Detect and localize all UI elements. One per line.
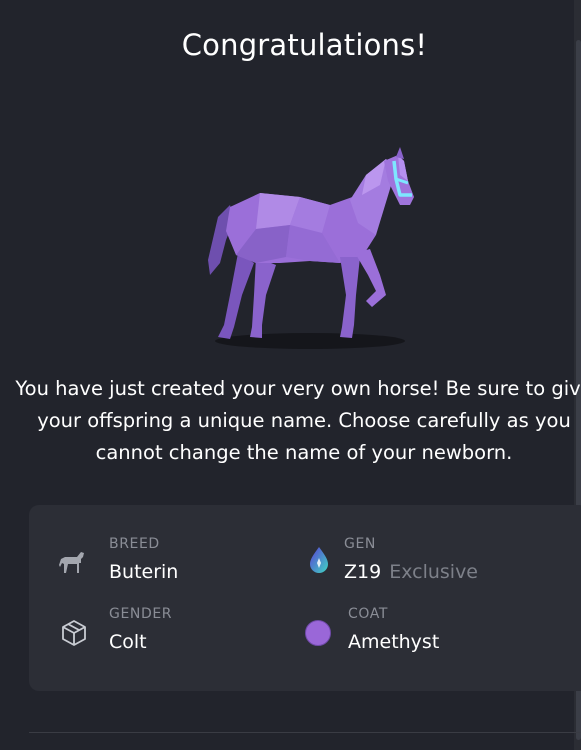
gen-value-row: Z19 Exclusive bbox=[344, 561, 478, 583]
breed-value: Buterin bbox=[109, 561, 179, 583]
horse-info-card: BREED Buterin GEN Z19 Exclusive GENDER C… bbox=[29, 505, 581, 691]
horse-icon bbox=[59, 552, 84, 573]
horse-shadow bbox=[215, 333, 405, 349]
coat-swatch bbox=[305, 620, 331, 646]
gen-exclusive-tag: Exclusive bbox=[389, 561, 478, 583]
gen-value: Z19 bbox=[344, 561, 382, 583]
cube-icon bbox=[62, 620, 86, 646]
coat-label: COAT bbox=[348, 606, 388, 622]
divider bbox=[29, 732, 581, 733]
gen-label: GEN bbox=[344, 536, 376, 552]
horse-illustration bbox=[208, 147, 414, 349]
gender-label: GENDER bbox=[109, 606, 173, 622]
gen-drop-icon bbox=[310, 547, 328, 573]
modal-description: You have just created your very own hors… bbox=[15, 377, 581, 464]
congratulations-modal: Congratulations! You have just created y… bbox=[0, 0, 581, 750]
gender-value: Colt bbox=[109, 631, 147, 653]
modal-title: Congratulations! bbox=[181, 28, 428, 62]
breed-label: BREED bbox=[109, 536, 160, 552]
coat-value: Amethyst bbox=[348, 631, 440, 653]
